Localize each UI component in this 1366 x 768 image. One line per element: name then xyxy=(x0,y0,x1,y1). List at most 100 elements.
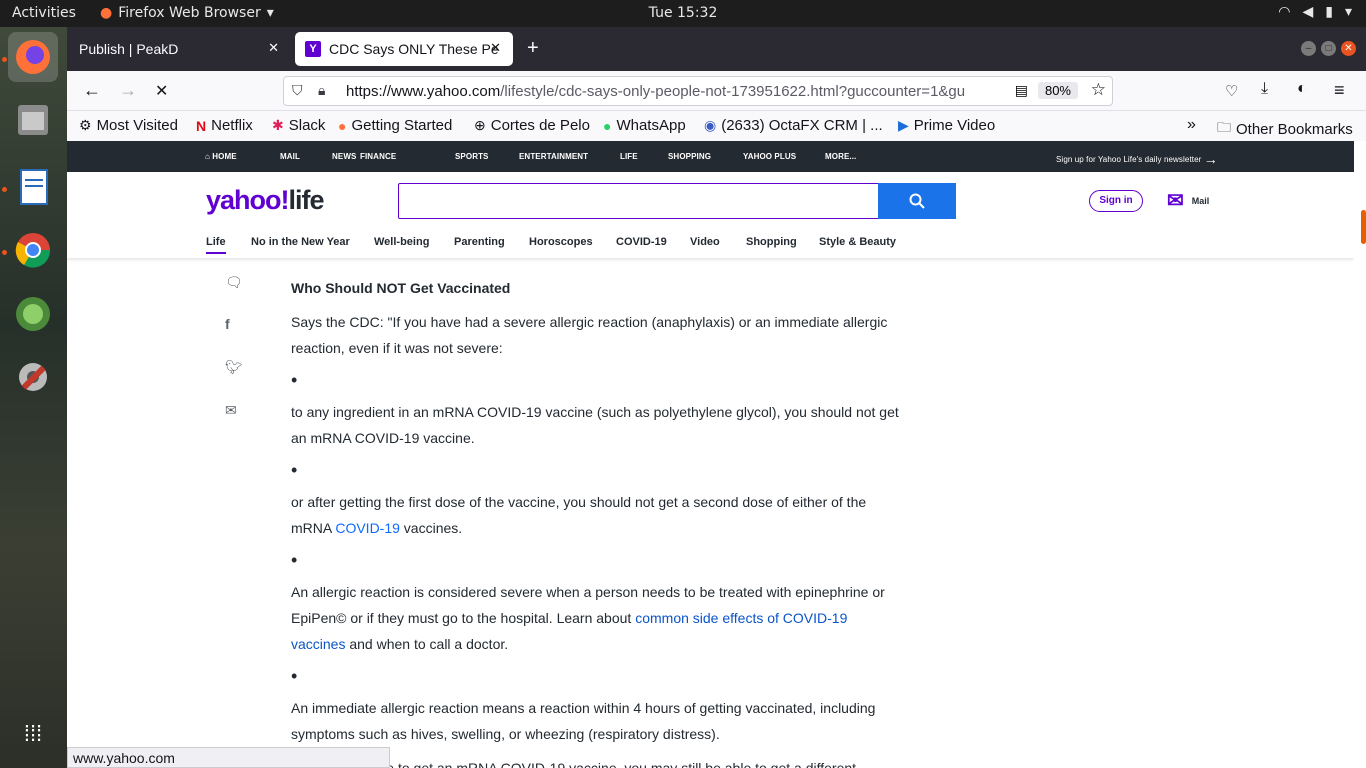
covid-link[interactable]: COVID-19 xyxy=(335,520,400,536)
battery-icon: ▮ xyxy=(1325,4,1333,20)
bookmark-prime-video[interactable]: ▶ Prime Video xyxy=(898,117,995,134)
twitter-icon[interactable]: 🐦︎ xyxy=(225,359,243,376)
chrome-icon[interactable] xyxy=(8,225,58,275)
nav-mail[interactable]: MAIL xyxy=(280,152,300,161)
navigation-toolbar: ← → ✕ ⛉ 🔒︎ https://www.yahoo.com/lifesty… xyxy=(67,71,1366,111)
bookmark-whatsapp[interactable]: ● WhatsApp xyxy=(603,117,686,134)
shield-icon[interactable]: ⛉ xyxy=(292,82,303,99)
zoom-level[interactable]: 80% xyxy=(1037,82,1078,99)
pocket-icon[interactable]: ♡ xyxy=(1225,82,1238,100)
menu-icon[interactable]: ≡ xyxy=(1334,80,1345,101)
subnav-life[interactable]: Life xyxy=(206,236,226,254)
nav-more[interactable]: MORE... xyxy=(825,152,856,161)
nav-yahoo-plus[interactable]: YAHOO PLUS xyxy=(743,152,796,161)
bookmark-label: Prime Video xyxy=(913,117,996,134)
maximize-button[interactable]: □ xyxy=(1321,41,1336,56)
bookmark-cortes[interactable]: ⊕ Cortes de Pelo xyxy=(474,117,590,134)
scrollbar-thumb[interactable] xyxy=(1361,210,1366,244)
yahoo-life-logo[interactable]: yahoo!life xyxy=(206,185,325,216)
yahoo-favicon-icon: Y xyxy=(305,41,321,57)
search-input[interactable] xyxy=(398,183,879,219)
newsletter-link[interactable]: Sign up for Yahoo Life's daily newslette… xyxy=(1056,151,1218,167)
logo-life: life xyxy=(288,185,325,215)
sign-in-button[interactable]: Sign in xyxy=(1089,190,1143,212)
system-tray[interactable]: ◠ ◀ ▮ ▾ xyxy=(1278,4,1352,20)
other-bookmarks[interactable]: 🗀︎ Other Bookmarks xyxy=(1217,117,1353,141)
logo-yahoo: yahoo! xyxy=(206,185,290,215)
slack-icon: ✱ xyxy=(272,117,284,133)
url-domain: https://www.yahoo.com xyxy=(346,83,501,100)
minimize-button[interactable]: – xyxy=(1301,41,1316,56)
bookmark-label: Cortes de Pelo xyxy=(490,117,590,134)
more-bookmarks-chevron-icon[interactable]: » xyxy=(1187,116,1196,134)
volume-icon: ◀ xyxy=(1302,4,1314,20)
paragraph: Says the CDC: "If you have had a severe … xyxy=(291,314,888,356)
yahoo-top-nav: ⌂ HOME MAIL NEWS FINANCE SPORTS ENTERTAI… xyxy=(67,141,1354,172)
facebook-icon[interactable]: f xyxy=(225,316,230,332)
extension-icon[interactable]: ◐ xyxy=(1297,80,1307,98)
tab-bar: Publish | PeakD ✕ Y CDC Says ONLY These Pe… xyxy=(67,27,1366,71)
bullet: • xyxy=(291,370,298,390)
nav-shopping[interactable]: SHOPPING xyxy=(668,152,711,161)
comment-icon[interactable]: 🗨︎ xyxy=(225,274,243,291)
firefox-icon: ● xyxy=(338,117,347,134)
mail-link[interactable]: ✉ Mail xyxy=(1167,188,1209,213)
nav-entertainment[interactable]: ENTERTAINMENT xyxy=(519,152,588,161)
nav-label: HOME xyxy=(212,152,237,161)
search-button[interactable] xyxy=(878,183,956,219)
show-apps-icon[interactable]: ⁞⁞⁞ xyxy=(8,709,58,759)
paragraph: to any ingredient in an mRNA COVID-19 va… xyxy=(291,404,899,446)
article-body: Who Should NOT Get Vaccinated Says the C… xyxy=(291,241,901,768)
nav-finance[interactable]: FINANCE xyxy=(360,152,396,161)
bookmark-netflix[interactable]: N Netflix xyxy=(196,117,253,134)
close-tab-icon[interactable]: ✕ xyxy=(490,40,501,56)
bookmark-star-icon[interactable]: ☆ xyxy=(1091,80,1106,100)
bookmark-slack[interactable]: ✱ Slack xyxy=(272,117,325,134)
gear-icon: ⚙ xyxy=(79,117,92,133)
newsletter-text: Sign up for Yahoo Life's daily newslette… xyxy=(1056,155,1202,164)
wifi-icon: ◠ xyxy=(1278,4,1291,20)
bookmark-label: (2633) OctaFX CRM | ... xyxy=(721,117,883,134)
download-icon[interactable]: ⤓ xyxy=(1261,80,1268,98)
tab-yahoo-active[interactable]: Y CDC Says ONLY These Pe ✕ xyxy=(295,32,513,66)
stop-loading-button[interactable]: ✕ xyxy=(155,81,168,101)
close-window-button[interactable]: ✕ xyxy=(1341,41,1356,56)
lock-icon[interactable]: 🔒︎ xyxy=(318,82,325,99)
nav-sports[interactable]: SPORTS xyxy=(455,152,489,161)
files-icon[interactable] xyxy=(8,95,58,145)
bookmarks-toolbar: ⚙ Most Visited N Netflix ✱ Slack ● Getting S… xyxy=(67,111,1366,141)
nav-home[interactable]: ⌂ HOME xyxy=(205,152,237,161)
bookmark-label: Slack xyxy=(288,117,326,134)
url-bar[interactable]: ⛉ 🔒︎ https://www.yahoo.com/lifestyle/cdc… xyxy=(283,76,1113,106)
text: vaccines. xyxy=(399,520,463,536)
bullet: • xyxy=(291,550,298,570)
nav-news[interactable]: NEWS xyxy=(332,152,356,161)
url-path: /lifestyle/cdc-says-only-people-not-1739… xyxy=(500,83,966,100)
tab-title: CDC Says ONLY These Pe xyxy=(329,41,499,57)
dock: ⁞⁞⁞ xyxy=(0,27,67,768)
settings-tools-icon[interactable] xyxy=(8,352,58,402)
globe-icon: ⊕ xyxy=(474,117,486,133)
reader-view-icon[interactable]: ▤ xyxy=(1015,82,1028,99)
bookmark-most-visited[interactable]: ⚙ Most Visited xyxy=(79,117,178,134)
tab-peakd[interactable]: Publish | PeakD ✕ xyxy=(69,32,291,66)
bookmark-octafx[interactable]: ◉ (2633) OctaFX CRM | ... xyxy=(704,117,883,134)
paragraph: An immediate allergic reaction means a r… xyxy=(291,700,876,742)
email-icon[interactable]: ✉ xyxy=(225,402,237,419)
network-globe-icon[interactable] xyxy=(8,289,58,339)
writer-icon[interactable] xyxy=(8,162,58,212)
firefox-dock-icon[interactable] xyxy=(8,32,58,82)
clock[interactable]: Tue 15:32 xyxy=(0,5,1366,21)
close-tab-icon[interactable]: ✕ xyxy=(268,40,279,56)
prime-video-icon: ▶ xyxy=(898,117,909,133)
mail-envelope-icon: ✉ xyxy=(1167,190,1184,212)
bookmark-label: WhatsApp xyxy=(616,117,686,134)
back-button[interactable]: ← xyxy=(83,80,101,101)
nav-life[interactable]: LIFE xyxy=(620,152,638,161)
url-text[interactable]: https://www.yahoo.com/lifestyle/cdc-says… xyxy=(346,83,1004,100)
folder-icon: 🗀︎ xyxy=(1217,119,1231,135)
forward-button[interactable]: → xyxy=(119,80,137,101)
new-tab-button[interactable]: + xyxy=(527,37,539,60)
tab-title: Publish | PeakD xyxy=(79,41,179,57)
bookmark-getting-started[interactable]: ● Getting Started xyxy=(338,117,452,134)
